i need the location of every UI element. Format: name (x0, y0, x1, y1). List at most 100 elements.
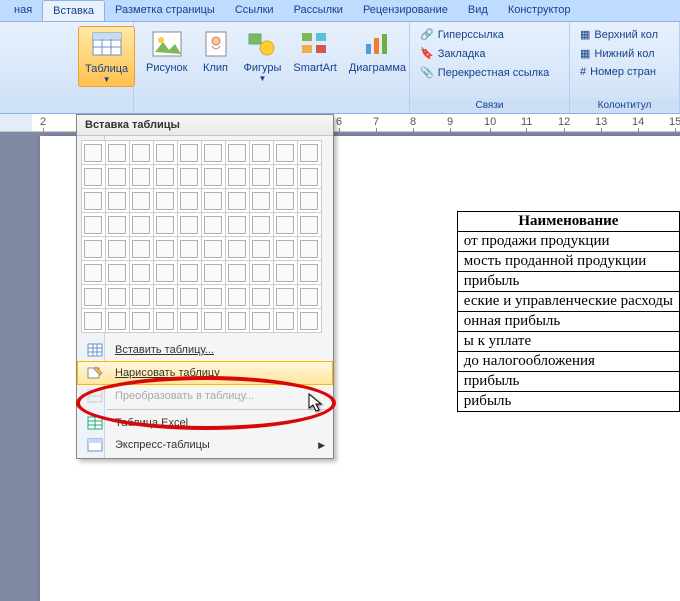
grid-cell[interactable] (180, 144, 198, 162)
grid-cell[interactable] (156, 264, 174, 282)
grid-cell[interactable] (204, 264, 222, 282)
grid-cell[interactable] (252, 144, 270, 162)
grid-cell[interactable] (204, 216, 222, 234)
grid-cell[interactable] (180, 240, 198, 258)
grid-cell[interactable] (228, 264, 246, 282)
grid-cell[interactable] (108, 192, 126, 210)
table-size-grid[interactable] (77, 136, 333, 337)
grid-cell[interactable] (276, 144, 294, 162)
grid-cell[interactable] (300, 144, 318, 162)
grid-cell[interactable] (228, 192, 246, 210)
grid-cell[interactable] (252, 192, 270, 210)
table-cell[interactable]: ы к уплате (457, 332, 679, 352)
footer-button[interactable]: ▦Нижний кол (576, 45, 662, 62)
grid-cell[interactable] (132, 312, 150, 330)
grid-cell[interactable] (84, 264, 102, 282)
grid-cell[interactable] (228, 168, 246, 186)
table-cell[interactable]: рибыль (457, 392, 679, 412)
grid-cell[interactable] (204, 168, 222, 186)
table-cell[interactable]: прибыль (457, 272, 679, 292)
grid-cell[interactable] (180, 312, 198, 330)
grid-cell[interactable] (132, 240, 150, 258)
clip-button[interactable]: Клип (194, 26, 238, 76)
grid-cell[interactable] (228, 144, 246, 162)
grid-cell[interactable] (252, 168, 270, 186)
table-cell[interactable]: онная прибыль (457, 312, 679, 332)
smartart-button[interactable]: SmartArt (287, 26, 342, 76)
shapes-button[interactable]: Фигуры ▼ (238, 26, 288, 85)
grid-cell[interactable] (84, 312, 102, 330)
grid-cell[interactable] (204, 312, 222, 330)
grid-cell[interactable] (156, 312, 174, 330)
grid-cell[interactable] (84, 168, 102, 186)
grid-cell[interactable] (300, 288, 318, 306)
grid-cell[interactable] (132, 144, 150, 162)
grid-cell[interactable] (132, 216, 150, 234)
grid-cell[interactable] (180, 192, 198, 210)
grid-cell[interactable] (156, 288, 174, 306)
grid-cell[interactable] (180, 288, 198, 306)
grid-cell[interactable] (252, 216, 270, 234)
grid-cell[interactable] (132, 288, 150, 306)
insert-table-item[interactable]: Вставить таблицу... (77, 339, 333, 361)
grid-cell[interactable] (204, 288, 222, 306)
grid-cell[interactable] (156, 144, 174, 162)
grid-cell[interactable] (132, 168, 150, 186)
grid-cell[interactable] (84, 216, 102, 234)
tab-insert[interactable]: Вставка (42, 0, 105, 21)
hyperlink-button[interactable]: 🔗Гиперссылка (416, 26, 553, 43)
grid-cell[interactable] (204, 192, 222, 210)
table-cell[interactable]: прибыль (457, 372, 679, 392)
grid-cell[interactable] (276, 192, 294, 210)
document-table[interactable]: Наименование от продажи продукциимость п… (457, 211, 680, 412)
excel-table-item[interactable]: Таблица Excel (77, 412, 333, 434)
table-cell[interactable]: еские и управленческие расходы (457, 292, 679, 312)
grid-cell[interactable] (156, 240, 174, 258)
tab-review[interactable]: Рецензирование (353, 0, 458, 21)
grid-cell[interactable] (228, 312, 246, 330)
bookmark-button[interactable]: 🔖Закладка (416, 45, 553, 62)
grid-cell[interactable] (276, 168, 294, 186)
grid-cell[interactable] (252, 240, 270, 258)
tab-home-partial[interactable]: ная (4, 0, 42, 21)
header-button[interactable]: ▦Верхний кол (576, 26, 662, 43)
grid-cell[interactable] (300, 192, 318, 210)
grid-cell[interactable] (228, 216, 246, 234)
grid-cell[interactable] (276, 288, 294, 306)
grid-cell[interactable] (300, 168, 318, 186)
grid-cell[interactable] (300, 264, 318, 282)
grid-cell[interactable] (84, 144, 102, 162)
grid-cell[interactable] (276, 216, 294, 234)
grid-cell[interactable] (156, 192, 174, 210)
grid-cell[interactable] (180, 168, 198, 186)
table-cell[interactable]: от продажи продукции (457, 232, 679, 252)
tab-view[interactable]: Вид (458, 0, 498, 21)
grid-cell[interactable] (252, 264, 270, 282)
grid-cell[interactable] (108, 216, 126, 234)
draw-table-item[interactable]: Нарисовать таблицу (77, 361, 333, 385)
tab-design[interactable]: Конструктор (498, 0, 581, 21)
grid-cell[interactable] (156, 216, 174, 234)
grid-cell[interactable] (204, 144, 222, 162)
grid-cell[interactable] (228, 288, 246, 306)
picture-button[interactable]: Рисунок (140, 26, 194, 76)
grid-cell[interactable] (108, 240, 126, 258)
grid-cell[interactable] (228, 240, 246, 258)
grid-cell[interactable] (276, 240, 294, 258)
table-cell[interactable]: до налогообложения (457, 352, 679, 372)
grid-cell[interactable] (180, 216, 198, 234)
grid-cell[interactable] (108, 312, 126, 330)
tab-page-layout[interactable]: Разметка страницы (105, 0, 225, 21)
tab-references[interactable]: Ссылки (225, 0, 284, 21)
chart-button[interactable]: Диаграмма (343, 26, 412, 76)
grid-cell[interactable] (132, 264, 150, 282)
grid-cell[interactable] (252, 288, 270, 306)
grid-cell[interactable] (156, 168, 174, 186)
table-header-cell[interactable]: Наименование (457, 212, 679, 232)
tab-mailings[interactable]: Рассылки (284, 0, 353, 21)
grid-cell[interactable] (108, 168, 126, 186)
table-cell[interactable]: мость проданной продукции (457, 252, 679, 272)
grid-cell[interactable] (204, 240, 222, 258)
table-button[interactable]: Таблица ▼ (78, 26, 135, 87)
grid-cell[interactable] (300, 240, 318, 258)
